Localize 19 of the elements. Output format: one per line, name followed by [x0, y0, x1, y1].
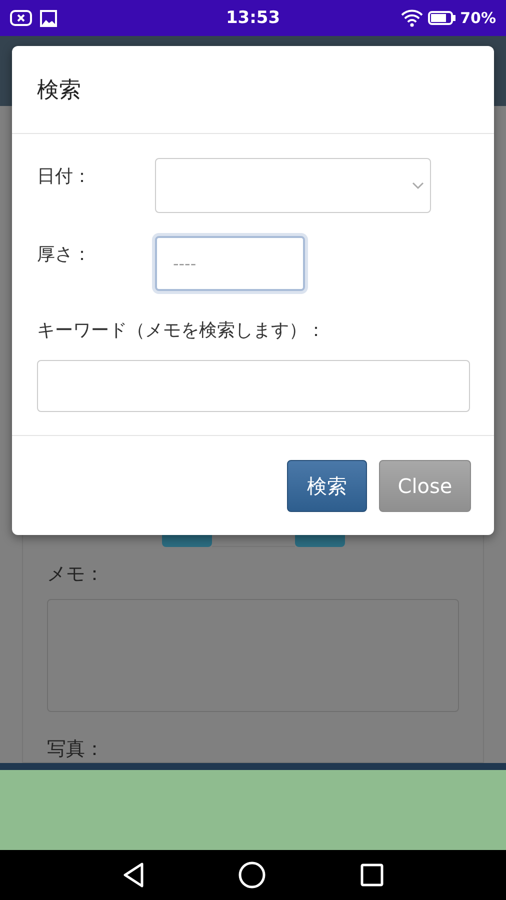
notification-icon — [10, 10, 32, 26]
field-label: キーワード（メモを検索します）： — [37, 319, 326, 342]
battery-icon — [428, 11, 456, 25]
image-icon — [40, 10, 57, 26]
recents-icon[interactable] — [360, 863, 384, 887]
memo-label: メモ： — [47, 562, 105, 587]
thickness-field[interactable]: ---- — [155, 236, 305, 291]
field-label: 日付： — [37, 165, 92, 189]
wifi-icon — [400, 9, 424, 27]
photo-label: 写真： — [47, 737, 105, 762]
keyword-field[interactable] — [37, 360, 470, 412]
clock: 13:53 — [226, 8, 280, 28]
back-icon[interactable] — [122, 862, 144, 888]
dialog-title: 検索 — [37, 76, 81, 104]
home-icon[interactable] — [238, 861, 266, 889]
battery-percent: 70% — [460, 9, 496, 27]
chevron-down-icon — [412, 182, 424, 190]
field-label: 厚さ： — [37, 243, 92, 267]
search-button[interactable]: 検索 — [287, 460, 367, 512]
